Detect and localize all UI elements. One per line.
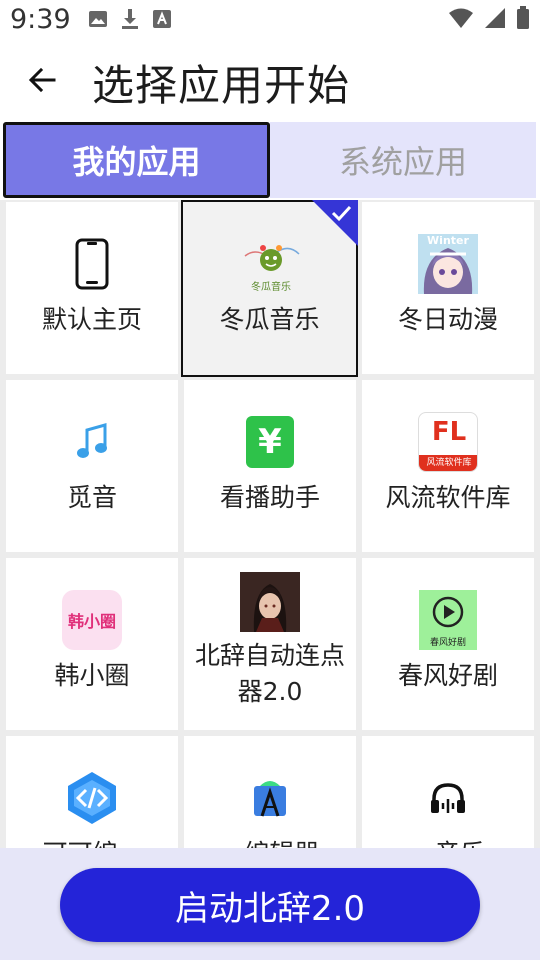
app-label: 觅音 (66, 483, 117, 512)
android-studio-icon (240, 768, 300, 828)
back-button[interactable] (22, 60, 62, 100)
fl-logo-text: FL (431, 417, 467, 447)
hanxiaoquan-icon: 韩小圈 (62, 590, 122, 650)
app-label: 春风好剧 (397, 661, 498, 690)
tab-system-apps[interactable]: 系统应用 (270, 122, 536, 198)
app-label: 北辞自动连点器2.0 (194, 641, 345, 706)
status-time: 9:39 (10, 4, 71, 35)
chunfeng-logo-text: 春风好剧 (429, 638, 466, 648)
fl-library-icon: FL 风流软件库 (418, 412, 478, 472)
app-tile-miyin[interactable]: 觅音 (6, 380, 178, 552)
icon-caption: Winter (427, 234, 469, 247)
battery-icon (517, 6, 529, 29)
anime-girl-icon: Winter (418, 234, 478, 294)
app-grid: 默认主页 冬瓜音乐 冬瓜音乐 Winter 冬日动漫 觅音 ¥ 看播助手 FL (0, 200, 540, 848)
app-label: 默认主页 (41, 305, 142, 334)
launch-button[interactable]: 启动北辞2.0 (60, 868, 480, 942)
code-icon (62, 768, 122, 828)
tab-bar: 我的应用 系统应用 (0, 120, 540, 200)
app-tile-kanbo-helper[interactable]: ¥ 看播助手 (184, 380, 356, 552)
arrow-left-icon (28, 67, 56, 93)
app-tile-music-player[interactable]: ...音乐 (362, 736, 534, 848)
app-tile-code-editor[interactable]: 可可编... (6, 736, 178, 848)
app-tile-chunfeng-drama[interactable]: 春风好剧 春风好剧 (362, 558, 534, 730)
signal-icon (485, 8, 505, 28)
yen-icon: ¥ (240, 412, 300, 472)
dongua-music-icon: 冬瓜音乐 (241, 234, 301, 294)
tab-my-apps[interactable]: 我的应用 (3, 122, 270, 198)
app-tile-as-editor[interactable]: ...编辑器 (184, 736, 356, 848)
bottom-bar: 启动北辞2.0 (0, 848, 540, 960)
app-label: 冬日动漫 (397, 305, 498, 334)
status-bar: 9:39 (0, 0, 540, 40)
headphones-icon (418, 768, 478, 828)
anime-avatar-icon (240, 572, 300, 632)
download-icon (122, 9, 138, 29)
image-icon (89, 11, 107, 27)
hanxiaoquan-logo: 韩小圈 (62, 590, 122, 650)
app-label: 风流软件库 (385, 483, 511, 512)
app-label: 韩小圈 (54, 661, 130, 690)
wifi-icon (449, 8, 473, 28)
app-label: 可可编... (6, 836, 178, 848)
status-notification-icons (88, 8, 172, 30)
app-tile-dongua-music[interactable]: 冬瓜音乐 冬瓜音乐 (181, 200, 358, 377)
app-label: 看播助手 (219, 483, 320, 512)
music-note-icon (62, 412, 122, 472)
icon-caption: 冬瓜音乐 (251, 282, 291, 293)
fl-logo-subtext: 风流软件库 (419, 455, 477, 471)
app-label: ...音乐 (362, 836, 534, 848)
yen-badge: ¥ (246, 416, 294, 468)
app-tile-beici-autoclicker[interactable]: 北辞自动连点器2.0 (184, 558, 356, 730)
app-tile-fl-library[interactable]: FL 风流软件库 风流软件库 (362, 380, 534, 552)
phone-icon (62, 234, 122, 294)
app-tile-winter-anime[interactable]: Winter 冬日动漫 (362, 202, 534, 374)
play-circle-icon: 春风好剧 (418, 590, 478, 650)
status-system-icons (448, 6, 530, 30)
selected-check-icon (312, 200, 358, 246)
page-title: 选择应用开始 (92, 61, 351, 110)
app-tile-hanxiaoquan[interactable]: 韩小圈 韩小圈 (6, 558, 178, 730)
app-bar: 选择应用开始 (0, 40, 540, 120)
app-label: 冬瓜音乐 (219, 305, 320, 334)
app-label: ...编辑器 (184, 836, 356, 848)
app-tile-default-home[interactable]: 默认主页 (6, 202, 178, 374)
font-icon (153, 10, 171, 28)
